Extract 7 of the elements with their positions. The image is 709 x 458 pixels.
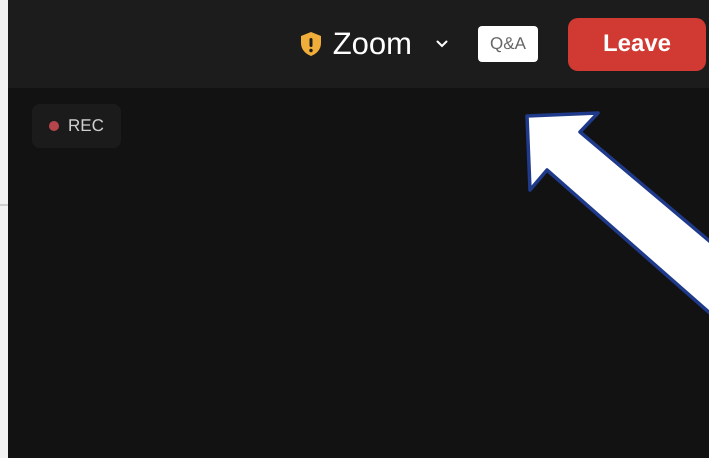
chevron-icon[interactable] [436, 40, 448, 48]
qa-button[interactable]: Q&A [478, 26, 538, 62]
leave-button[interactable]: Leave [568, 18, 706, 70]
meeting-title[interactable]: Zoom [332, 26, 412, 62]
recording-dot-icon [49, 121, 59, 131]
shield-icon[interactable] [298, 31, 323, 57]
recording-label: REC [68, 116, 104, 136]
